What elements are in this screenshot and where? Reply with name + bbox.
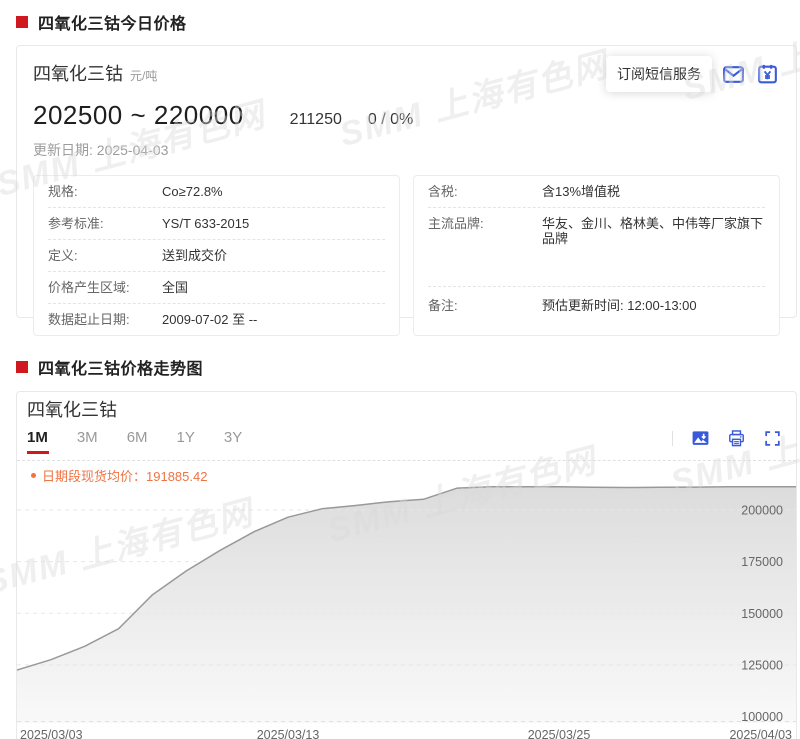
price-subscribe-button[interactable] xyxy=(755,62,780,87)
price-average: 211250 xyxy=(290,111,342,129)
table-row-region: 价格产生区域: 全国 xyxy=(48,272,385,304)
chart-toolbar xyxy=(672,429,782,454)
yen-calendar-icon xyxy=(755,62,780,87)
spec-table-left: 规格: Co≥72.8% 参考标准: YS/T 633-2015 定义: 送到成… xyxy=(33,175,400,336)
toolbar-divider xyxy=(672,431,673,446)
table-row-definition: 定义: 送到成交价 xyxy=(48,240,385,272)
table-row-remark: 备注: 预估更新时间: 12:00-13:00 xyxy=(428,287,765,321)
price-trend-chart[interactable]: 100000 125000 150000 175000 200000 2025/03/0… xyxy=(17,483,796,739)
svg-text:100000: 100000 xyxy=(741,710,783,723)
row-value: YS/T 633-2015 xyxy=(162,216,385,231)
svg-text:150000: 150000 xyxy=(741,607,783,621)
sms-subscribe-tooltip: 订阅短信服务 xyxy=(606,56,712,92)
table-row-tax: 含税: 含13%增值税 xyxy=(428,176,765,208)
row-label: 主流品牌: xyxy=(428,216,542,231)
chart-legend: 日期段现货均价：191885.42 xyxy=(17,461,796,482)
row-label: 含税: xyxy=(428,184,542,199)
table-row-standard: 参考标准: YS/T 633-2015 xyxy=(48,208,385,240)
product-title: 四氧化三钴元/吨 xyxy=(33,56,157,86)
red-square-bullet xyxy=(16,16,28,28)
red-square-bullet xyxy=(16,361,28,373)
tab-3y[interactable]: 3Y xyxy=(224,429,242,454)
mail-icon xyxy=(721,62,746,87)
table-row-spec: 规格: Co≥72.8% xyxy=(48,176,385,208)
row-label: 数据起止日期: xyxy=(48,312,162,327)
svg-text:175000: 175000 xyxy=(741,555,783,569)
smm-price-page: 四氧化三钴今日价格 四氧化三钴元/吨 订阅短信服务 xyxy=(0,0,800,739)
row-label: 规格: xyxy=(48,184,162,199)
x-axis-labels: 2025/03/03 2025/03/13 2025/03/25 2025/04… xyxy=(17,723,796,739)
row-value: 预估更新时间: 12:00-13:00 xyxy=(542,298,765,313)
row-label: 备注: xyxy=(428,298,542,313)
price-range: 202500 ~ 220000 xyxy=(33,100,244,131)
chart-card: 四氧化三钴 1M 3M 6M 1Y 3Y xyxy=(16,391,797,739)
trend-chart-heading: 四氧化三钴价格走势图 xyxy=(38,355,203,379)
tab-3m[interactable]: 3M xyxy=(77,429,98,454)
row-label: 定义: xyxy=(48,248,162,263)
sms-subscribe-button[interactable] xyxy=(721,62,746,87)
tab-1y[interactable]: 1Y xyxy=(177,429,195,454)
price-card: 四氧化三钴元/吨 订阅短信服务 xyxy=(16,45,797,318)
svg-text:200000: 200000 xyxy=(741,504,783,518)
fullscreen-icon xyxy=(763,429,782,448)
x-axis-label: 2025/04/03 xyxy=(729,728,792,739)
today-price-heading: 四氧化三钴今日价格 xyxy=(38,10,187,34)
x-axis-label: 2025/03/25 xyxy=(528,728,591,739)
section-heading-trend: 四氧化三钴价格走势图 xyxy=(0,345,800,379)
chart-title: 四氧化三钴 xyxy=(27,400,796,420)
print-button[interactable] xyxy=(727,429,746,448)
row-value: 华友、金川、格林美、中伟等厂家旗下品牌 xyxy=(542,216,765,246)
tab-6m[interactable]: 6M xyxy=(127,429,148,454)
row-value: 2009-07-02 至 -- xyxy=(162,312,385,327)
row-label: 参考标准: xyxy=(48,216,162,231)
row-label: 价格产生区域: xyxy=(48,280,162,295)
chart-tabs-row: 1M 3M 6M 1Y 3Y xyxy=(17,429,796,461)
row-value: 含13%增值税 xyxy=(542,184,765,199)
printer-icon xyxy=(727,429,746,448)
svg-text:125000: 125000 xyxy=(741,658,783,672)
unit-label: 元/吨 xyxy=(130,69,157,83)
row-value: Co≥72.8% xyxy=(162,184,385,199)
x-axis-label: 2025/03/13 xyxy=(257,728,320,739)
area-chart-canvas[interactable]: 100000 125000 150000 175000 200000 xyxy=(17,483,796,723)
table-row-brands: 主流品牌: 华友、金川、格林美、中伟等厂家旗下品牌 xyxy=(428,208,765,287)
section-heading-today: 四氧化三钴今日价格 xyxy=(0,0,800,34)
legend-dot-icon xyxy=(31,473,36,478)
image-download-icon xyxy=(691,429,710,448)
save-image-button[interactable] xyxy=(691,429,710,448)
spec-table-right: 含税: 含13%增值税 主流品牌: 华友、金川、格林美、中伟等厂家旗下品牌 备注… xyxy=(413,175,780,336)
update-date: 更新日期: 2025-04-03 xyxy=(33,140,780,160)
price-change: 0 / 0% xyxy=(368,111,413,129)
legend-label: 日期段现货均价：191885.42 xyxy=(42,466,207,485)
table-row-daterange: 数据起止日期: 2009-07-02 至 -- xyxy=(48,304,385,335)
fullscreen-button[interactable] xyxy=(763,429,782,448)
tab-1m[interactable]: 1M xyxy=(27,429,48,454)
row-value: 送到成交价 xyxy=(162,248,385,263)
row-value: 全国 xyxy=(162,280,385,295)
x-axis-label: 2025/03/03 xyxy=(20,728,83,739)
product-name: 四氧化三钴 xyxy=(33,64,123,84)
